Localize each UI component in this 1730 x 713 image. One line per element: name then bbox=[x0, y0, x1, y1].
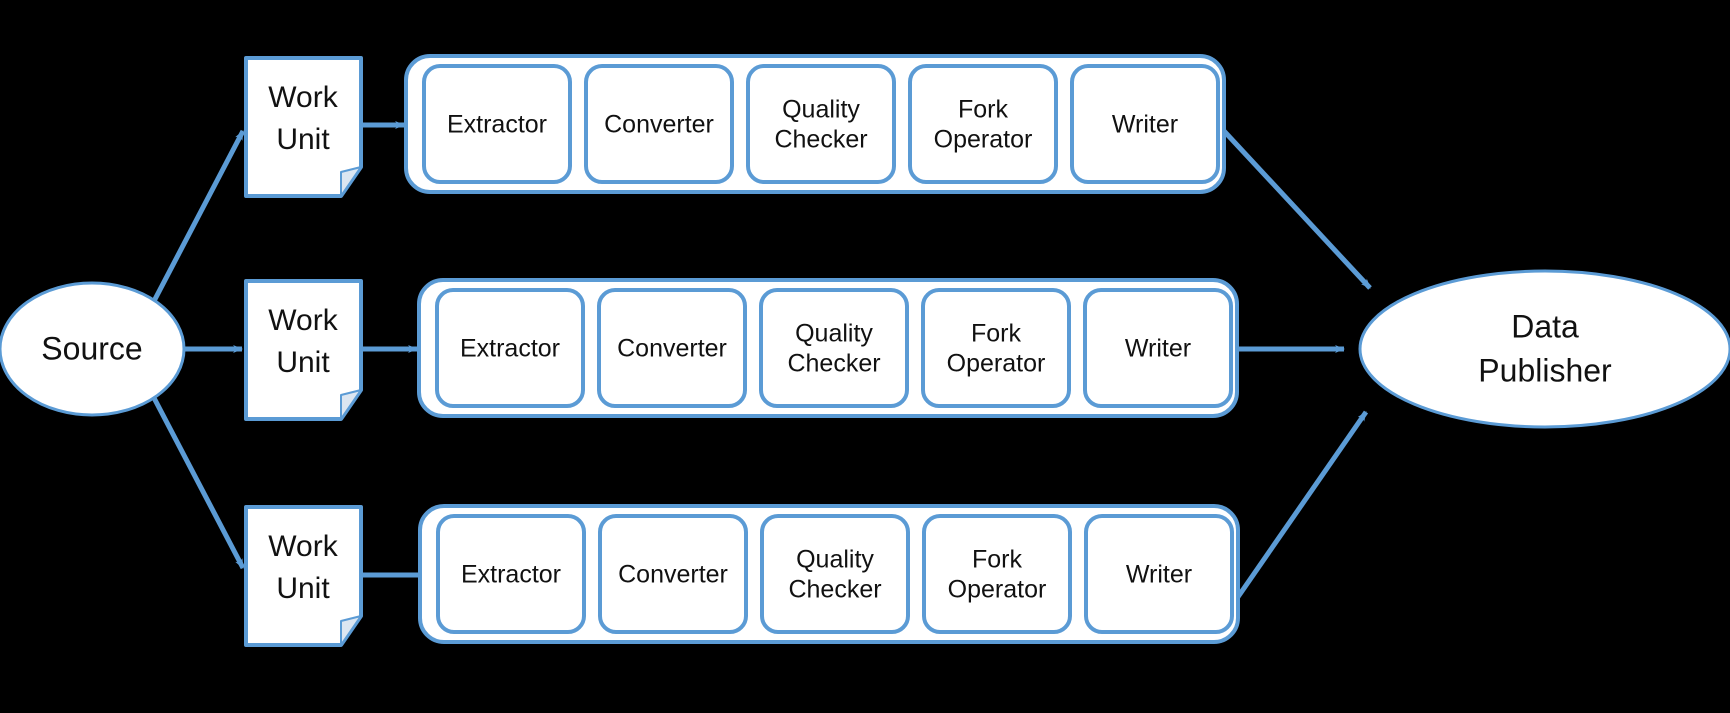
source-node[interactable]: Source bbox=[0, 281, 186, 417]
stage-label-line2: Operator bbox=[934, 126, 1033, 154]
stage-label-line1: Writer bbox=[1125, 335, 1191, 363]
stage-box[interactable] bbox=[760, 514, 910, 634]
stage-box[interactable] bbox=[908, 64, 1058, 184]
source-label: Source bbox=[41, 330, 142, 366]
pipeline-1[interactable]: Extractor Converter Quality Checker Fork… bbox=[404, 54, 1226, 194]
stage-label-line1: Extractor bbox=[461, 561, 561, 589]
stage-label-line2: Operator bbox=[948, 576, 1047, 604]
stage-label-line1: Fork bbox=[958, 96, 1009, 124]
pipeline-3[interactable]: Extractor Converter Quality Checker Fork… bbox=[418, 504, 1240, 644]
stage-writer[interactable]: Writer bbox=[1083, 288, 1233, 408]
stage-box[interactable] bbox=[746, 64, 896, 184]
stage-label-line2: Checker bbox=[788, 576, 881, 604]
stage-label-line1: Quality bbox=[796, 546, 874, 574]
data-publisher-node[interactable]: Data Publisher bbox=[1358, 269, 1730, 429]
stage-label-line1: Fork bbox=[971, 320, 1022, 348]
pipeline-diagram: Source Data Publisher Work Unit Extracto… bbox=[0, 0, 1730, 713]
stage-label-line1: Fork bbox=[972, 546, 1023, 574]
stage-converter[interactable]: Converter bbox=[598, 514, 748, 634]
work-unit-label-line2: Unit bbox=[276, 123, 330, 156]
stage-label-line2: Operator bbox=[947, 350, 1046, 378]
stage-quality-checker[interactable]: Quality Checker bbox=[759, 288, 909, 408]
work-unit-1[interactable]: Work Unit bbox=[244, 56, 363, 198]
work-unit-label-line1: Work bbox=[268, 81, 338, 114]
stage-writer[interactable]: Writer bbox=[1070, 64, 1220, 184]
stage-label-line2: Checker bbox=[787, 350, 880, 378]
work-unit-label-line2: Unit bbox=[276, 346, 330, 379]
stage-label-line1: Writer bbox=[1126, 561, 1192, 589]
work-unit-label-line1: Work bbox=[268, 530, 338, 563]
work-unit-3[interactable]: Work Unit bbox=[244, 505, 363, 647]
pipeline-2[interactable]: Extractor Converter Quality Checker Fork… bbox=[417, 278, 1239, 418]
stage-box[interactable] bbox=[921, 288, 1071, 408]
stage-quality-checker[interactable]: Quality Checker bbox=[746, 64, 896, 184]
stage-label-line1: Extractor bbox=[447, 111, 547, 139]
data-publisher-label-line1: Data bbox=[1511, 308, 1579, 344]
stage-label-line1: Converter bbox=[617, 335, 727, 363]
stage-label-line1: Extractor bbox=[460, 335, 560, 363]
stage-label-line1: Converter bbox=[618, 561, 728, 589]
stage-extractor[interactable]: Extractor bbox=[435, 288, 585, 408]
stage-label-line1: Converter bbox=[604, 111, 714, 139]
work-unit-label-line2: Unit bbox=[276, 572, 330, 605]
stage-extractor[interactable]: Extractor bbox=[422, 64, 572, 184]
stage-label-line1: Writer bbox=[1112, 111, 1178, 139]
stage-fork-operator[interactable]: Fork Operator bbox=[921, 288, 1071, 408]
stage-extractor[interactable]: Extractor bbox=[436, 514, 586, 634]
stage-box[interactable] bbox=[922, 514, 1072, 634]
stage-box[interactable] bbox=[759, 288, 909, 408]
stage-label-line1: Quality bbox=[795, 320, 873, 348]
work-unit-2[interactable]: Work Unit bbox=[244, 279, 363, 421]
stage-converter[interactable]: Converter bbox=[597, 288, 747, 408]
stage-writer[interactable]: Writer bbox=[1084, 514, 1234, 634]
stage-label-line2: Checker bbox=[774, 126, 867, 154]
stage-label-line1: Quality bbox=[782, 96, 860, 124]
work-unit-label-line1: Work bbox=[268, 304, 338, 337]
stage-fork-operator[interactable]: Fork Operator bbox=[922, 514, 1072, 634]
stage-fork-operator[interactable]: Fork Operator bbox=[908, 64, 1058, 184]
stage-quality-checker[interactable]: Quality Checker bbox=[760, 514, 910, 634]
data-publisher-label-line2: Publisher bbox=[1478, 352, 1612, 388]
data-publisher-ellipse[interactable] bbox=[1358, 269, 1730, 429]
stage-converter[interactable]: Converter bbox=[584, 64, 734, 184]
